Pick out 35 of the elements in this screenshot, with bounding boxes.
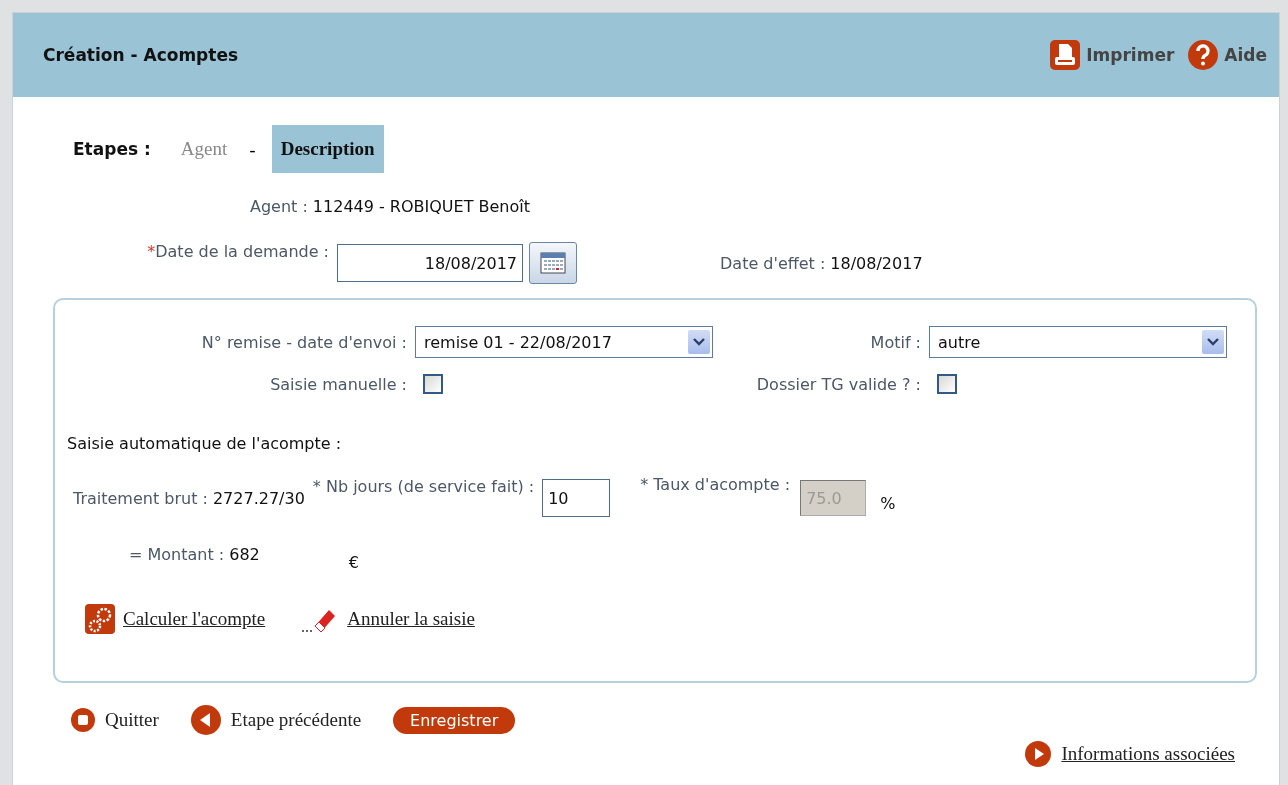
cancel-link[interactable]: Annuler la saisie [347, 608, 475, 630]
manual-entry-label: Saisie manuelle : [269, 374, 407, 394]
days-label: * Nb jours (de service fait) : [312, 477, 535, 496]
request-date-label: *Date de la demande : [146, 242, 329, 261]
motif-label: Motif : [869, 332, 921, 352]
request-date-field[interactable]: 18/08/2017 [337, 244, 523, 282]
currency-symbol: € [348, 553, 359, 572]
calculate-link[interactable]: Calculer l'acompte [123, 608, 266, 630]
gross-salary-label: Traitement brut : [73, 488, 208, 508]
agent-label: Agent : [250, 197, 308, 216]
remise-select[interactable]: remise 01 - 22/08/2017 [415, 326, 713, 358]
quit-link[interactable]: Quitter [105, 709, 159, 731]
effect-date-label: Date d'effet : [720, 253, 826, 273]
effect-date-value: 18/08/2017 [830, 253, 923, 273]
days-field[interactable]: 10 [542, 479, 611, 517]
gross-salary-value: 2727.27/30 [212, 488, 305, 508]
remise-label: N° remise - date d'envoi : [200, 332, 407, 352]
agent-value: 112449 - ROBIQUET Benoît [312, 197, 530, 216]
step-separator: - [249, 138, 256, 160]
steps-label: Etapes : [73, 139, 151, 159]
percent-unit: % [880, 493, 896, 513]
tg-valid-label: Dossier TG valide ? : [755, 374, 921, 394]
step-tab[interactable]: Agent [180, 138, 228, 160]
print-button[interactable]: Imprimer [1050, 40, 1175, 70]
save-button[interactable]: Enregistrer [393, 706, 516, 734]
amount-label: = Montant : [129, 545, 225, 566]
rate-label: * Taux d'acompte : [640, 475, 791, 494]
section-heading: Saisie automatique de l'acompte : [66, 433, 343, 453]
step-tab[interactable]: Description [271, 125, 384, 173]
amount-value: 682 [229, 545, 260, 566]
page-title: Création - Acomptes [43, 45, 239, 65]
previous-step-link[interactable]: Etape précédente [230, 709, 362, 731]
help-button[interactable]: Aide [1188, 40, 1267, 70]
motif-select[interactable]: autre [929, 326, 1227, 358]
related-info-link[interactable]: Informations associées [1061, 743, 1235, 765]
